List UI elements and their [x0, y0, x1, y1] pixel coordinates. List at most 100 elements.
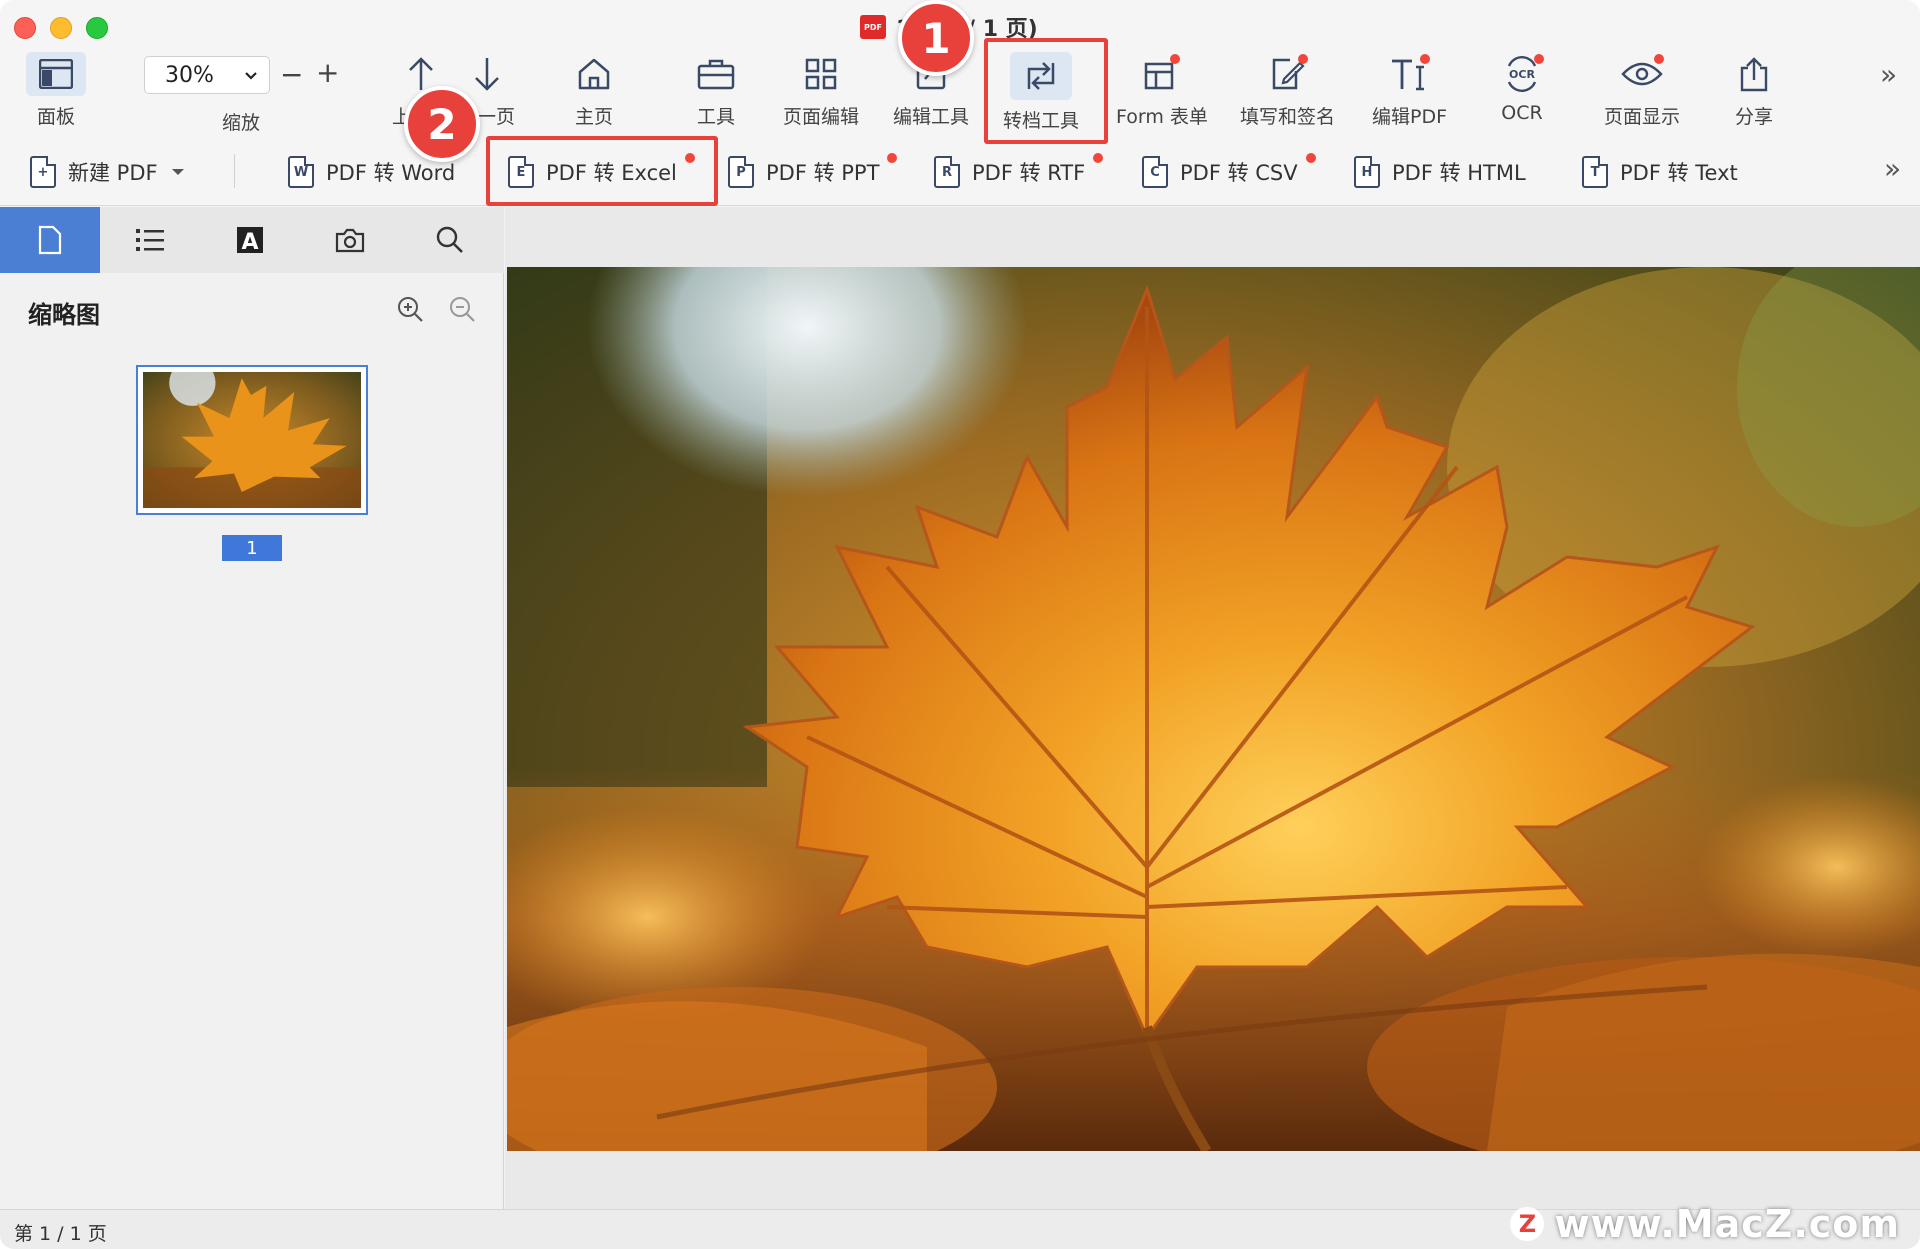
thumbnail-zoom-in-button[interactable] — [396, 295, 424, 327]
pdf-file-icon: PDF — [860, 15, 886, 39]
tab-search[interactable] — [400, 207, 500, 273]
close-window-button[interactable] — [14, 17, 36, 39]
zoom-out-icon — [450, 297, 475, 322]
csv-document-icon: C — [1142, 156, 1168, 188]
pdf-to-html-label: PDF 转 HTML — [1392, 161, 1526, 185]
zoom-value: 30% — [165, 62, 214, 88]
pen-document-icon — [1266, 52, 1310, 96]
thumbnail-zoom-out-button[interactable] — [448, 295, 476, 327]
grid-icon — [799, 52, 843, 96]
home-button[interactable]: 主页 — [572, 52, 616, 134]
panel-label: 面板 — [36, 106, 75, 128]
pdf-to-csv-label: PDF 转 CSV — [1180, 161, 1298, 185]
toolbox-icon — [694, 52, 738, 96]
page-thumbnail[interactable] — [136, 365, 368, 515]
new-document-icon: + — [30, 156, 56, 188]
rtf-document-icon: R — [934, 156, 960, 188]
highlight-pdf-to-excel — [486, 136, 718, 206]
convert-row: + 新建 PDF W PDF 转 Word E PDF 转 Excel P PD… — [0, 148, 1920, 196]
fill-sign-button[interactable]: 填写和签名 — [1240, 52, 1335, 134]
tab-outline[interactable] — [100, 207, 200, 273]
page-display-button[interactable]: 页面显示 — [1604, 52, 1680, 134]
pdf-to-html-button[interactable]: H PDF 转 HTML — [1354, 148, 1526, 196]
edit-pdf-button[interactable]: 编辑PDF — [1372, 52, 1447, 134]
notification-dot — [1297, 54, 1308, 64]
ocr-button[interactable]: OCR OCR — [1500, 52, 1544, 134]
zoom-in-button[interactable]: + — [316, 56, 339, 89]
form-label: Form 表单 — [1116, 106, 1208, 128]
toolbar-more-chevron-icon[interactable]: » — [1880, 58, 1897, 91]
app-window: PDF 1... 1 / 1 页) 面板 30% − + 缩放 上一页 — [0, 0, 1920, 1249]
dropdown-triangle-icon — [171, 169, 184, 175]
search-icon — [436, 226, 463, 253]
fill-sign-label: 填写和签名 — [1240, 106, 1336, 128]
share-icon — [1732, 52, 1776, 96]
thumbnails-title: 缩略图 — [28, 301, 100, 329]
notification-dot — [1093, 153, 1104, 163]
pdf-to-text-button[interactable]: T PDF 转 Text — [1582, 148, 1738, 196]
edit-tools-label: 编辑工具 — [893, 106, 970, 128]
arrow-down-icon — [465, 52, 509, 96]
notification-dot — [1169, 54, 1180, 64]
new-pdf-button[interactable]: + 新建 PDF — [30, 148, 186, 196]
pdf-to-ppt-button[interactable]: P PDF 转 PPT — [728, 148, 901, 196]
autumn-leaf-image — [507, 267, 1920, 1151]
text-style-icon: A — [237, 227, 263, 255]
convert-more-chevron-icon[interactable]: » — [1884, 152, 1901, 185]
form-button[interactable]: Form 表单 — [1116, 52, 1208, 134]
zoom-select[interactable]: 30% — [144, 56, 270, 94]
pdf-to-ppt-label: PDF 转 PPT — [766, 161, 880, 185]
watermark-logo: Z — [1510, 1207, 1545, 1241]
html-document-icon: H — [1354, 156, 1380, 188]
pdf-page — [507, 267, 1920, 1151]
panel-icon — [26, 52, 86, 96]
notification-dot — [887, 153, 898, 163]
divider — [234, 154, 235, 188]
highlight-convert-tools — [984, 38, 1108, 144]
notification-dot — [1419, 54, 1430, 64]
page-icon — [38, 225, 62, 255]
page-display-label: 页面显示 — [1604, 106, 1681, 128]
thumbnail-image — [143, 372, 361, 508]
word-document-icon: W — [288, 156, 314, 188]
home-icon — [572, 52, 616, 96]
panel-button[interactable]: 面板 — [26, 52, 86, 134]
minimize-window-button[interactable] — [50, 17, 72, 39]
tab-thumbnails[interactable] — [0, 207, 100, 273]
page-edit-button[interactable]: 页面编辑 — [783, 52, 859, 134]
tab-annotations[interactable]: A — [200, 207, 300, 273]
tools-label: 工具 — [696, 106, 735, 128]
tab-snapshots[interactable] — [300, 207, 400, 273]
chevron-down-icon — [245, 72, 257, 80]
new-pdf-label: 新建 PDF — [68, 161, 158, 185]
edit-pdf-label: 编辑PDF — [1372, 106, 1448, 128]
page-edit-label: 页面编辑 — [783, 106, 860, 128]
eye-icon — [1620, 52, 1664, 96]
share-label: 分享 — [1734, 106, 1773, 128]
ppt-document-icon: P — [728, 156, 754, 188]
pdf-to-rtf-button[interactable]: R PDF 转 RTF — [934, 148, 1107, 196]
ocr-label: OCR — [1501, 102, 1543, 124]
zoom-out-button[interactable]: − — [280, 58, 303, 91]
tools-button[interactable]: 工具 — [694, 52, 738, 134]
form-icon — [1140, 52, 1184, 96]
pdf-to-csv-button[interactable]: C PDF 转 CSV — [1142, 148, 1320, 196]
ocr-icon: OCR — [1500, 52, 1544, 96]
share-button[interactable]: 分享 — [1732, 52, 1776, 134]
list-icon — [136, 229, 164, 251]
pdf-to-text-label: PDF 转 Text — [1620, 161, 1738, 185]
notification-dot — [1534, 54, 1544, 64]
step-2-badge: 2 — [404, 86, 480, 162]
zoom-window-button[interactable] — [86, 17, 108, 39]
notification-dot — [1654, 54, 1664, 64]
watermark-text: www.MacZ.com — [1554, 1202, 1900, 1246]
pdf-to-rtf-label: PDF 转 RTF — [972, 161, 1086, 185]
step-1-badge: 1 — [898, 0, 974, 76]
sidebar: A 缩略图 1 — [0, 207, 504, 1209]
svg-text:OCR: OCR — [1509, 68, 1535, 81]
zoom-label: 缩放 — [222, 112, 261, 134]
document-view[interactable] — [505, 207, 1920, 1209]
notification-dot — [1305, 153, 1316, 163]
home-label: 主页 — [574, 106, 613, 128]
zoom-in-icon — [398, 297, 423, 322]
